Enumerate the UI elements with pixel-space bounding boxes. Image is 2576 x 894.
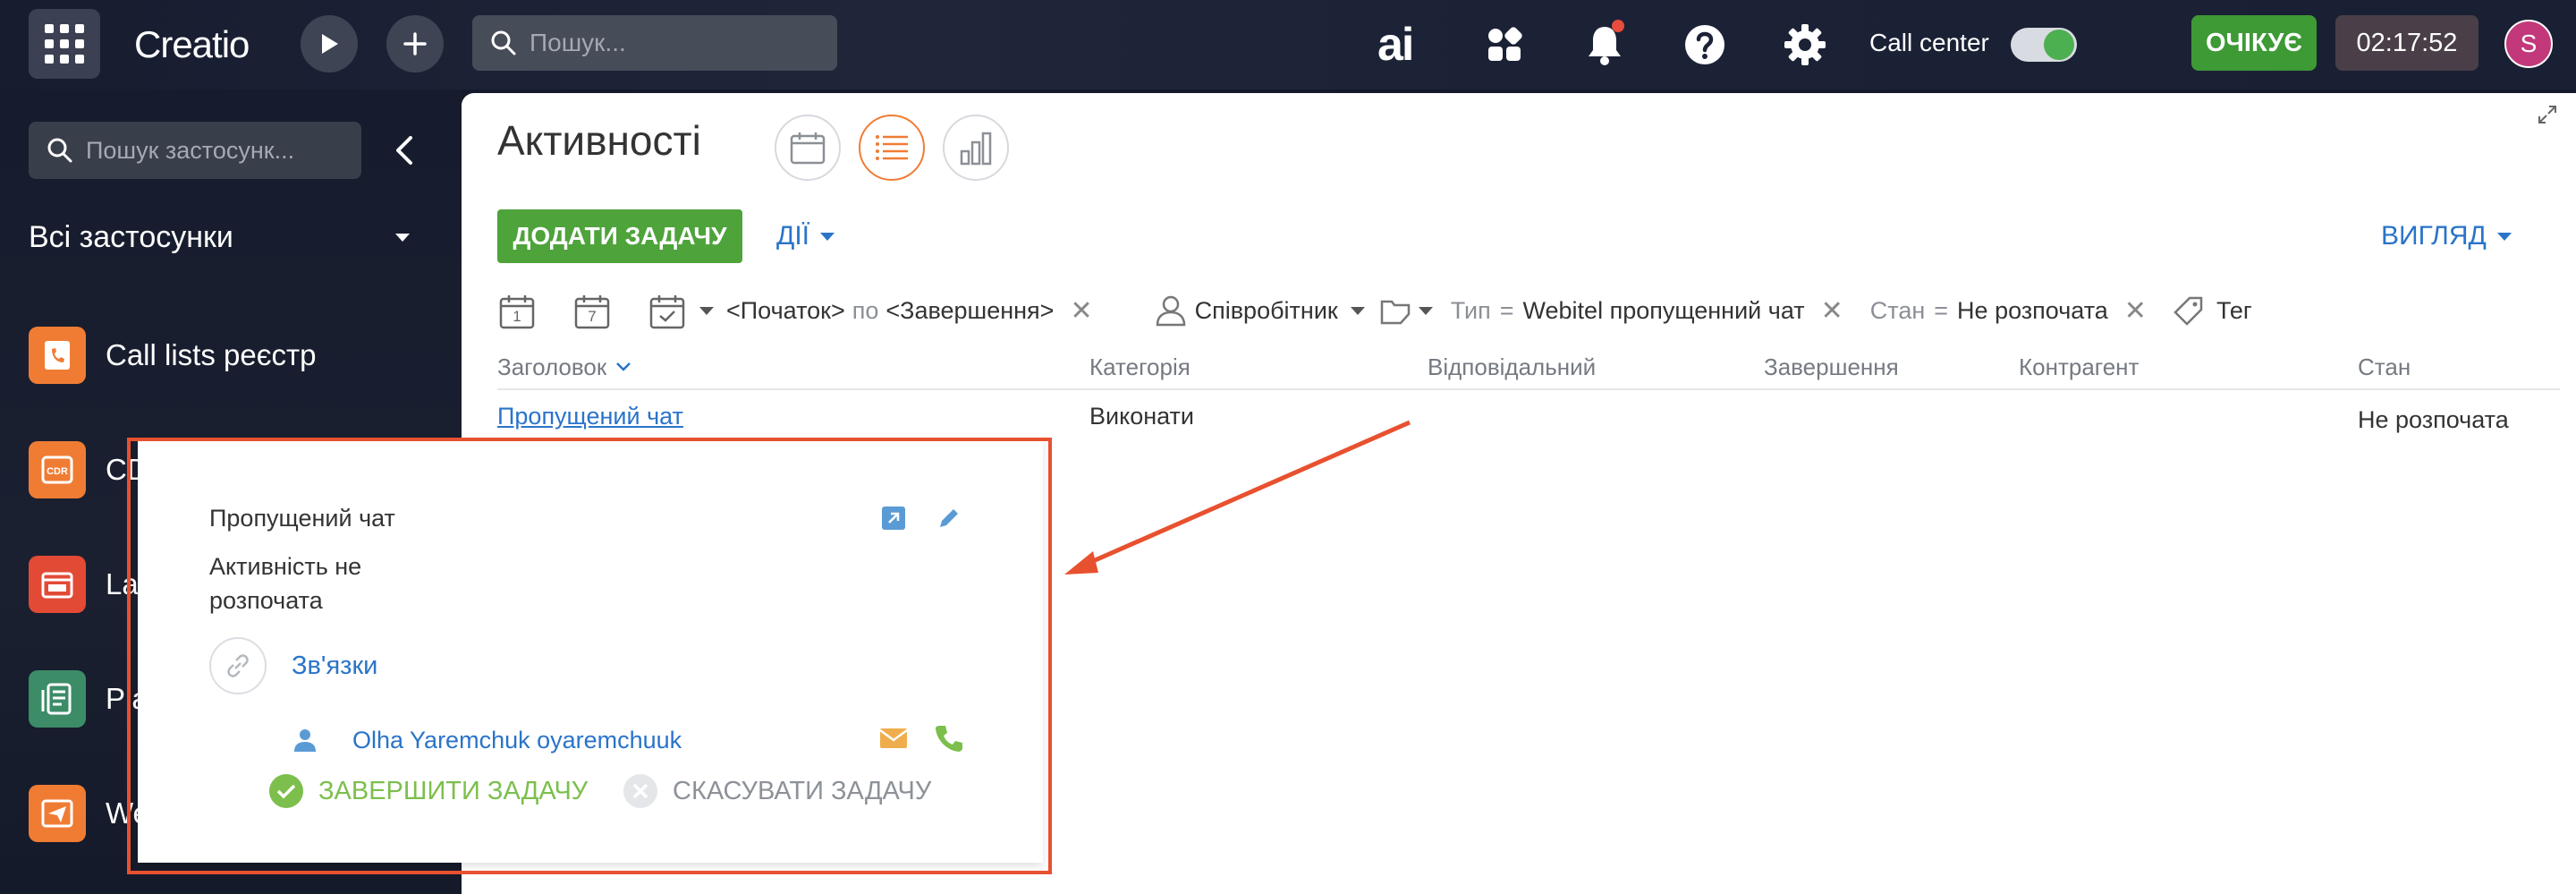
play-icon: [322, 34, 338, 54]
column-header-label: Заголовок: [497, 353, 607, 380]
analytics-view-button[interactable]: [943, 115, 1009, 181]
caret-down-icon[interactable]: [1418, 306, 1433, 315]
column-header-category[interactable]: Категорія: [1089, 349, 1191, 385]
calendar-week-number: 7: [588, 308, 597, 325]
help-button[interactable]: [1678, 18, 1732, 72]
activity-title-link[interactable]: Пропущений чат: [497, 403, 683, 430]
app-launcher-button[interactable]: [29, 9, 100, 79]
filter-by-text: по: [852, 296, 879, 324]
call-center-toggle[interactable]: [2011, 28, 2077, 62]
type-filter-value[interactable]: Webitel пропущенний чат: [1523, 297, 1805, 325]
activity-category: Виконати: [1089, 403, 1195, 430]
playbook-icon: [29, 670, 86, 728]
tag-filter[interactable]: Тег: [2216, 297, 2252, 325]
quick-add-button[interactable]: [386, 15, 444, 72]
caret-down-icon: [2496, 232, 2512, 241]
state-filter-value[interactable]: Не розпочата: [1957, 297, 2108, 325]
phone-list-icon: [29, 327, 86, 384]
caret-down-icon: [820, 232, 835, 241]
svg-text:CDR: CDR: [47, 466, 68, 477]
apps-menu-button[interactable]: [1478, 18, 1531, 72]
sidebar-item-label: Call lists реєстр: [106, 338, 317, 371]
state-filter-label: Стан: [1869, 296, 1926, 324]
sort-chevron-icon: [616, 362, 631, 371]
filter-week-button[interactable]: 7: [572, 291, 612, 330]
gear-icon: [1784, 24, 1826, 65]
ai-assistant-button[interactable]: ai: [1377, 19, 1414, 71]
global-search-input[interactable]: Пошук...: [472, 15, 837, 71]
status-timer: 02:17:52: [2335, 15, 2479, 71]
header-divider: [497, 388, 2560, 390]
expand-icon[interactable]: [2537, 104, 2558, 125]
list-icon: [876, 135, 908, 160]
user-avatar[interactable]: S: [2504, 20, 2553, 68]
user-icon: [1156, 295, 1185, 327]
notifications-button[interactable]: [1578, 18, 1631, 72]
run-process-button[interactable]: [301, 15, 358, 72]
add-task-button[interactable]: ДОДАТИ ЗАДАЧУ: [497, 209, 742, 263]
call-center-label: Call center: [1869, 29, 1989, 56]
filter-day-button[interactable]: 1: [497, 291, 537, 330]
settings-button[interactable]: [1778, 18, 1832, 72]
plus-icon: [403, 32, 427, 55]
column-header-state[interactable]: Стан: [2358, 349, 2411, 385]
view-label: ВИГЛЯД: [2381, 221, 2487, 251]
app-search-placeholder: Пошук застосунк...: [86, 136, 295, 164]
grid-icon: [45, 24, 84, 64]
agent-status-button[interactable]: ОЧІКУЄ: [2191, 15, 2317, 71]
all-apps-label: Всі застосунки: [29, 219, 233, 254]
app-search-input[interactable]: Пошук застосунк...: [29, 122, 361, 179]
caret-down-icon: [395, 233, 410, 242]
filter-start[interactable]: <Початок>: [726, 297, 845, 325]
actions-label: ДІЇ: [776, 221, 809, 251]
clear-type-filter-icon[interactable]: ✕: [1821, 295, 1843, 327]
calendar-day-number: 1: [513, 308, 521, 325]
all-apps-dropdown[interactable]: Всі застосунки: [29, 206, 422, 268]
caret-down-icon[interactable]: [1350, 306, 1365, 315]
notification-dot: [1612, 20, 1624, 32]
calendar-icon: [790, 132, 826, 165]
list-view-button[interactable]: [859, 115, 925, 181]
global-search-placeholder: Пошук...: [530, 29, 626, 56]
activity-state: Не розпочата: [2358, 406, 2509, 433]
folder-filter-icon[interactable]: [1379, 296, 1411, 325]
toggle-knob: [2044, 30, 2074, 60]
type-filter-eq: =: [1499, 296, 1514, 324]
clear-state-filter-icon[interactable]: ✕: [2124, 295, 2147, 327]
type-filter-label: Тип: [1450, 296, 1491, 324]
help-icon: [1685, 25, 1724, 64]
caret-down-icon[interactable]: [699, 306, 714, 315]
bar-chart-icon: [960, 132, 992, 166]
send-icon: [29, 785, 86, 842]
actions-menu-button[interactable]: ДІЇ: [776, 215, 835, 258]
view-menu-button[interactable]: ВИГЛЯД: [2381, 215, 2512, 258]
column-header-title[interactable]: Заголовок: [497, 349, 631, 385]
top-bar: Creatio Пошук... ai Call center ОЧІКУЄ 0…: [0, 0, 2576, 89]
creatio-logo: Creatio: [134, 23, 250, 65]
collapse-sidebar-button[interactable]: [386, 131, 422, 170]
filter-bar: 1 7 <Початок> по <Завершення> ✕ Співробі…: [497, 288, 2555, 333]
calendar-view-button[interactable]: [775, 115, 841, 181]
filter-end[interactable]: <Завершення>: [886, 297, 1054, 325]
column-header-account[interactable]: Контрагент: [2019, 349, 2139, 385]
page-title: Активності: [497, 117, 701, 164]
annotation-highlight-box: [127, 438, 1052, 874]
state-filter-eq: =: [1934, 296, 1949, 324]
column-header-due[interactable]: Завершення: [1764, 349, 1899, 385]
calendar-check-icon: [649, 295, 685, 329]
clear-period-filter-icon[interactable]: ✕: [1070, 295, 1092, 327]
window-icon: [29, 556, 86, 613]
search-icon: [47, 138, 72, 163]
column-header-owner[interactable]: Відповідальний: [1428, 349, 1596, 385]
filter-period-button[interactable]: [648, 291, 687, 330]
employee-filter[interactable]: Співробітник: [1195, 297, 1338, 325]
tag-icon: [2174, 296, 2203, 326]
puzzle-grid-icon: [1488, 27, 1522, 61]
chevron-left-icon: [396, 136, 412, 165]
cdr-icon: CDR: [29, 441, 86, 498]
sidebar-item-call-lists[interactable]: Call lists реєстр: [29, 324, 449, 387]
search-icon: [491, 30, 516, 55]
